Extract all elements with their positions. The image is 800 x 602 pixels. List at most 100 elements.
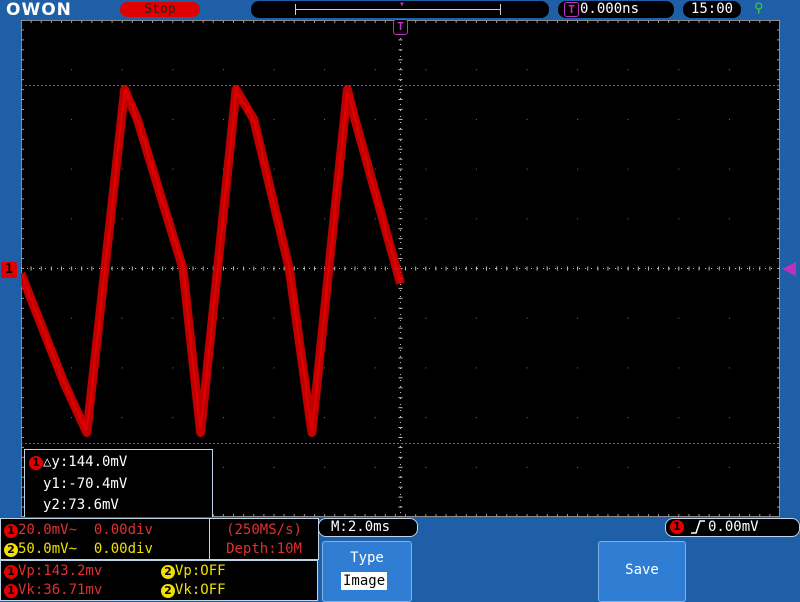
ch2-info: 2 50.0mV~ 0.00div [4,540,153,558]
trigger-time-marker-icon: T [393,19,408,35]
grid-dot [374,417,376,419]
grid-dot [627,317,629,319]
memory-position-bar: ▾ [251,0,549,18]
ch1-badge-icon: 1 [670,520,684,534]
grid-dot [324,168,326,170]
grid-dot [172,168,174,170]
grid-dot [526,466,528,468]
save-softkey[interactable]: Save [598,541,686,602]
grid-dot [627,69,629,71]
rising-edge-icon [690,519,706,540]
grid-dot [425,69,427,71]
grid-dot [172,118,174,120]
grid-dot [324,367,326,369]
ch1-waveform-trace [21,85,402,431]
grid-dot [273,118,275,120]
grid-dot [121,367,123,369]
grid-dot [577,118,579,120]
sample-rate: (250MS/s) [226,522,302,538]
ch2-scale: 50.0mV~ [18,541,78,557]
trigger-pointer-icon: ▾ [399,0,406,10]
grid-dot [121,317,123,319]
memory-bar-line [295,9,501,10]
grid-dot [678,218,680,220]
memory-depth: Depth:10M [226,541,302,557]
grid-dot [425,367,427,369]
cursor-delta-y: △y:144.0mV [43,454,128,470]
waveform-svg [21,20,780,517]
waveform-display [21,20,780,517]
horizontal-position-readout: T 0.000ns [558,1,674,18]
grid-dot [374,69,376,71]
grid-dot [577,367,579,369]
top-status-bar: OWON Stop ▾ T 0.000ns 15:00 ⚲ [0,0,800,20]
grid-dot [324,118,326,120]
grid-dot [627,118,629,120]
grid-dot [374,367,376,369]
timebase-readout: M:2.0ms [318,518,418,537]
grid-dot [678,118,680,120]
grid-dot [678,69,680,71]
run-stop-status[interactable]: Stop [120,2,200,17]
memory-bar-left-bracket [295,4,296,15]
grid-dot [577,218,579,220]
grid-dot [728,317,730,319]
grid-dot [425,317,427,319]
measure-ch1-vp: 1 Vp:143.2mv [4,562,102,580]
grid-dot [425,417,427,419]
grid-dot [374,218,376,220]
grid-dot [678,466,680,468]
grid-dot [728,218,730,220]
grid-dot [577,69,579,71]
grid-dot [374,168,376,170]
ch2-badge-icon: 2 [4,543,18,557]
trigger-level-arrow-icon [782,262,796,276]
grid-dot [71,218,73,220]
grid-dot [71,317,73,319]
grid-dot [222,367,224,369]
grid-dot [627,168,629,170]
measure-ch2-vp: 2 Vp:OFF [161,562,226,580]
grid-dot [728,466,730,468]
cursor-y2: y2:73.6mV [43,497,119,513]
grid-dot [678,367,680,369]
grid-dot [577,168,579,170]
cursor-delta-row: 1 △y:144.0mV [29,454,127,470]
grid-dot [475,69,477,71]
grid-dot [172,317,174,319]
grid-dot [425,466,427,468]
trigger-level-value: 0.00mV [708,519,759,535]
grid-dot [526,417,528,419]
ch1-badge-icon: 1 [4,524,18,538]
grid-dot [678,317,680,319]
ch1-badge-icon: 1 [4,565,18,579]
grid-dot [526,69,528,71]
grid-dot [577,466,579,468]
ch2-badge-icon: 2 [161,584,175,598]
grid-dot [627,218,629,220]
save-softkey-label: Save [625,562,659,578]
ch1-badge-icon: 1 [29,456,43,470]
grid-dot [121,218,123,220]
grid-dot [324,218,326,220]
grid-dot [121,417,123,419]
grid-dot [71,417,73,419]
grid-dot [273,417,275,419]
grid-dot [172,69,174,71]
grid-dot [222,69,224,71]
measurement-panel: 1 Vp:143.2mv 2 Vp:OFF 1 Vk:36.71mv 2 Vk:OFF [0,560,318,601]
ch1-offset: 0.00div [93,522,153,538]
grid-dot [71,367,73,369]
grid-dot [475,367,477,369]
grid-dot [71,69,73,71]
measure-ch1-vk: 1 Vk:36.71mv [4,581,102,599]
grid-dot [728,417,730,419]
bottom-panel: 1 20.0mV~ 0.00div 2 50.0mV~ 0.00div (250MS… [0,517,800,602]
grid-dot [172,367,174,369]
type-softkey[interactable]: Type Image [322,541,412,602]
grid-dot [273,69,275,71]
grid-dot [374,466,376,468]
grid-dot [627,367,629,369]
grid-dot [475,218,477,220]
grid-dot [728,168,730,170]
